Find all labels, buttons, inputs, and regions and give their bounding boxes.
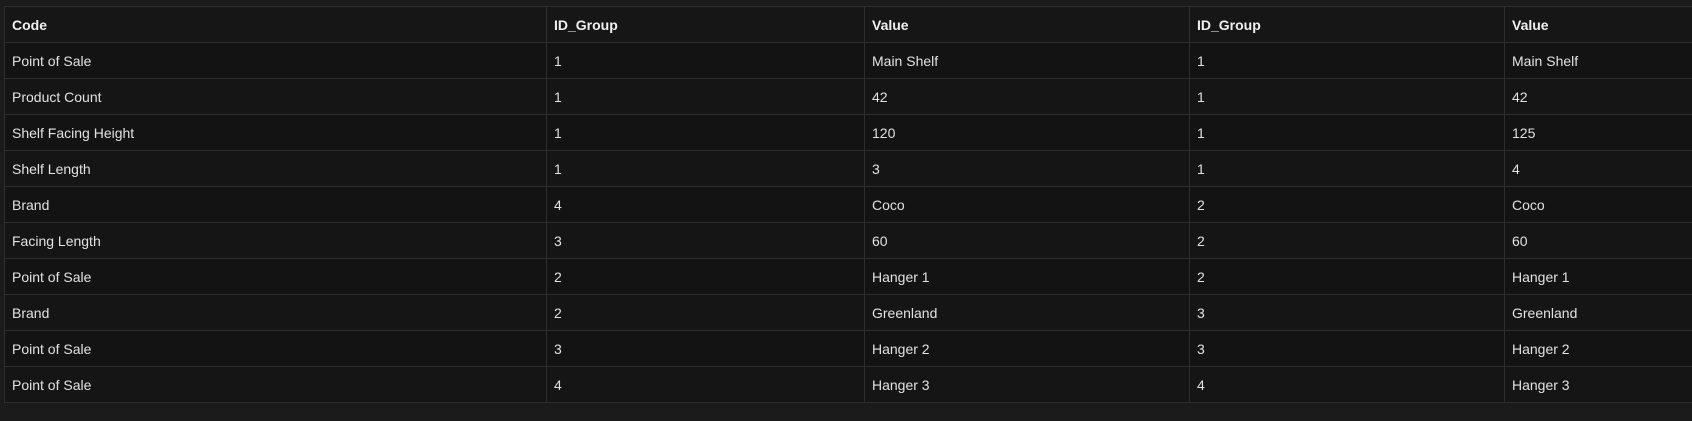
column-header-code[interactable]: Code: [4, 6, 547, 43]
table-row: Point of Sale 4 Hanger 3 4 Hanger 3: [4, 366, 1692, 403]
table-row: Shelf Facing Height 1 120 1 125: [4, 114, 1692, 151]
cell-code: Shelf Facing Height: [4, 114, 547, 151]
cell-id-group: 3: [546, 330, 865, 367]
column-header-value-2[interactable]: Value: [1504, 6, 1692, 43]
cell-value: 3: [864, 150, 1190, 187]
table-row: Brand 4 Coco 2 Coco: [4, 186, 1692, 223]
cell-code: Point of Sale: [4, 42, 547, 79]
table-row: Product Count 1 42 1 42: [4, 78, 1692, 115]
cell-id-group-2: 1: [1189, 42, 1505, 79]
cell-value: Coco: [864, 186, 1190, 223]
table-row: Point of Sale 3 Hanger 2 3 Hanger 2: [4, 330, 1692, 367]
table-row: Facing Length 3 60 2 60: [4, 222, 1692, 259]
cell-value-2: 4: [1504, 150, 1692, 187]
cell-id-group-2: 3: [1189, 330, 1505, 367]
cell-id-group-2: 1: [1189, 78, 1505, 115]
cell-id-group-2: 4: [1189, 366, 1505, 403]
column-header-id-group-2[interactable]: ID_Group: [1189, 6, 1505, 43]
cell-id-group: 2: [546, 294, 865, 331]
table-row: Point of Sale 1 Main Shelf 1 Main Shelf: [4, 42, 1692, 79]
cell-value-2: 125: [1504, 114, 1692, 151]
cell-value-2: Coco: [1504, 186, 1692, 223]
cell-value-2: 60: [1504, 222, 1692, 259]
cell-value-2: Hanger 1: [1504, 258, 1692, 295]
cell-value: Hanger 2: [864, 330, 1190, 367]
table-container: Code ID_Group Value ID_Group Value Point…: [4, 6, 1692, 403]
table-row: Point of Sale 2 Hanger 1 2 Hanger 1: [4, 258, 1692, 295]
cell-id-group: 4: [546, 186, 865, 223]
cell-code: Brand: [4, 186, 547, 223]
cell-id-group: 2: [546, 258, 865, 295]
cell-value-2: 42: [1504, 78, 1692, 115]
cell-id-group-2: 1: [1189, 150, 1505, 187]
cell-code: Point of Sale: [4, 366, 547, 403]
cell-id-group-2: 2: [1189, 186, 1505, 223]
table-row: Shelf Length 1 3 1 4: [4, 150, 1692, 187]
cell-id-group: 1: [546, 114, 865, 151]
cell-value: 60: [864, 222, 1190, 259]
cell-id-group: 3: [546, 222, 865, 259]
cell-id-group-2: 2: [1189, 258, 1505, 295]
cell-id-group: 1: [546, 150, 865, 187]
cell-id-group-2: 3: [1189, 294, 1505, 331]
data-table: Code ID_Group Value ID_Group Value Point…: [4, 6, 1692, 403]
cell-code: Shelf Length: [4, 150, 547, 187]
cell-value: Hanger 3: [864, 366, 1190, 403]
column-header-id-group[interactable]: ID_Group: [546, 6, 865, 43]
cell-value-2: Hanger 3: [1504, 366, 1692, 403]
cell-value: 42: [864, 78, 1190, 115]
cell-value: Main Shelf: [864, 42, 1190, 79]
cell-value: Greenland: [864, 294, 1190, 331]
cell-code: Product Count: [4, 78, 547, 115]
column-header-value[interactable]: Value: [864, 6, 1190, 43]
cell-code: Brand: [4, 294, 547, 331]
cell-id-group: 1: [546, 42, 865, 79]
cell-value: Hanger 1: [864, 258, 1190, 295]
cell-id-group-2: 2: [1189, 222, 1505, 259]
cell-code: Point of Sale: [4, 330, 547, 367]
table-row: Brand 2 Greenland 3 Greenland: [4, 294, 1692, 331]
cell-id-group-2: 1: [1189, 114, 1505, 151]
cell-id-group: 1: [546, 78, 865, 115]
cell-code: Facing Length: [4, 222, 547, 259]
cell-code: Point of Sale: [4, 258, 547, 295]
cell-id-group: 4: [546, 366, 865, 403]
cell-value: 120: [864, 114, 1190, 151]
table-header: Code ID_Group Value ID_Group Value: [4, 6, 1692, 43]
cell-value-2: Greenland: [1504, 294, 1692, 331]
cell-value-2: Main Shelf: [1504, 42, 1692, 79]
cell-value-2: Hanger 2: [1504, 330, 1692, 367]
table-body: Point of Sale 1 Main Shelf 1 Main Shelf …: [4, 42, 1692, 403]
header-row: Code ID_Group Value ID_Group Value: [4, 6, 1692, 43]
